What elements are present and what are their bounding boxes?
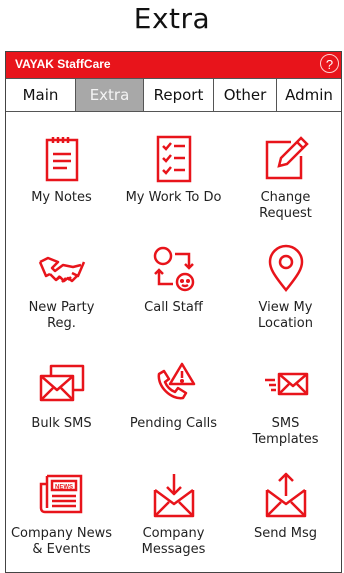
handshake-icon (38, 256, 85, 283)
call-staff-label: Call Staff (144, 300, 203, 315)
location-pin-icon (268, 244, 303, 292)
view-my-location-button[interactable]: View My Location (230, 244, 341, 332)
inbox-icon (153, 474, 194, 518)
edit-icon (265, 136, 309, 180)
send-mail-icon (265, 472, 306, 518)
app-header: VAYAK StaffCare ? (6, 52, 341, 78)
company-messages-label: Company Messages (141, 526, 206, 557)
change-request-button[interactable]: Change Request (230, 134, 341, 222)
my-work-to-do-button[interactable]: My Work To Do (118, 134, 229, 206)
tab-main[interactable]: Main (6, 79, 76, 111)
bulk-sms-button[interactable]: Bulk SMS (6, 360, 117, 432)
sms-templates-button[interactable]: SMS Templates (230, 360, 341, 448)
pending-calls-label: Pending Calls (129, 416, 218, 431)
new-party-reg-button[interactable]: New Party Reg. (6, 244, 117, 332)
tab-extra[interactable]: Extra (76, 79, 144, 111)
change-request-label: Change Request (259, 190, 312, 221)
call-staff-button[interactable]: Call Staff (118, 244, 229, 316)
send-msg-label: Send Msg (253, 526, 318, 541)
my-notes-button[interactable]: My Notes (6, 134, 117, 206)
newspaper-icon: NEWS (39, 474, 82, 514)
tab-bar: Main Extra Report Other Admin (6, 78, 341, 112)
phone-alert-icon (157, 362, 195, 400)
my-work-to-do-label: My Work To Do (125, 190, 222, 205)
envelopes-icon (39, 364, 84, 402)
checklist-icon (156, 135, 191, 183)
company-messages-button[interactable]: Company Messages (118, 470, 229, 558)
page-title: Extra (133, 2, 211, 35)
sms-templates-label: SMS Templates (252, 416, 319, 447)
app-title: VAYAK StaffCare (15, 57, 111, 71)
pending-calls-button[interactable]: Pending Calls (118, 360, 229, 432)
help-icon[interactable]: ? (320, 54, 339, 73)
fast-mail-icon (264, 372, 308, 396)
tab-admin[interactable]: Admin (277, 79, 341, 111)
new-party-reg-label: New Party Reg. (28, 300, 95, 331)
send-msg-button[interactable]: Send Msg (230, 470, 341, 542)
company-news-events-button[interactable]: NEWS Company News & Events (6, 470, 117, 558)
company-news-events-label: Company News & Events (10, 526, 113, 557)
bulk-sms-label: Bulk SMS (31, 416, 92, 431)
app-window: VAYAK StaffCare ? Main Extra Report Othe… (5, 51, 342, 573)
svg-text:NEWS: NEWS (55, 485, 73, 491)
tab-report[interactable]: Report (144, 79, 214, 111)
my-notes-label: My Notes (31, 190, 92, 205)
view-my-location-label: View My Location (258, 300, 313, 331)
tab-other[interactable]: Other (214, 79, 277, 111)
call-staff-icon (153, 246, 194, 292)
notepad-icon (45, 137, 78, 182)
